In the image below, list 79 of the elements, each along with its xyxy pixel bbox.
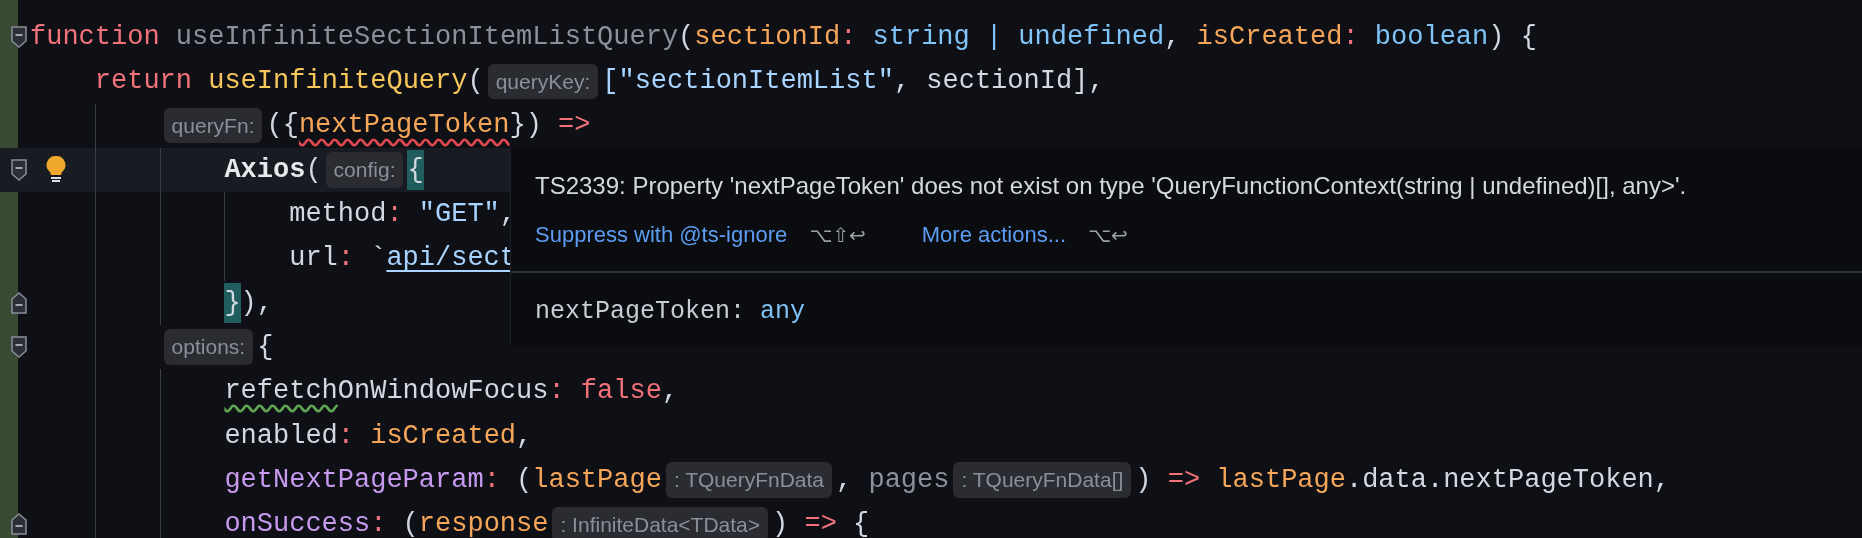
code-token: ) (1135, 463, 1152, 497)
fold-icon[interactable] (10, 157, 28, 182)
parameter-name: sectionId (694, 20, 841, 54)
keyword: return (94, 65, 192, 99)
property-name: getNextPageParam (224, 463, 484, 497)
operator: : (386, 198, 403, 232)
code-token: pages (868, 463, 950, 497)
parameter-name: lastPage (1215, 463, 1346, 497)
keyword: function (30, 20, 160, 54)
code-token: } (224, 282, 241, 324)
code-token: ( (678, 20, 695, 54)
action-link[interactable]: More actions... (921, 218, 1067, 251)
string-literal: "GET" (417, 198, 500, 232)
code-token: }) (509, 109, 542, 143)
function-call: Axios (224, 153, 306, 187)
parameter-name: response (418, 508, 549, 538)
shortcut-hint: ⌥⇧↩ (809, 221, 866, 249)
code-token: , sectionId], (893, 65, 1105, 99)
code-token: ), (240, 286, 273, 320)
operator: : (337, 242, 354, 276)
operator: => (557, 109, 591, 143)
string-literal: ["sectionItemList" (602, 65, 894, 99)
code-token: ( (467, 65, 484, 99)
code-token: method (289, 198, 387, 232)
inlay-hint: : InfiniteData<TData> (552, 506, 769, 538)
parameter-name: lastPage (532, 463, 662, 497)
inlay-hint: config: (325, 152, 404, 188)
unfold-icon[interactable] (10, 290, 28, 315)
parameter-name: isCreated (369, 419, 517, 453)
inlay-hint: : TQueryFnData[] (953, 462, 1132, 498)
function-name: useInfiniteQuery (207, 65, 468, 99)
operator: : (370, 508, 387, 538)
operator: => (1166, 463, 1201, 497)
type-name: string | undefined (871, 20, 1165, 54)
code-token: ) (772, 508, 789, 538)
operator: : (840, 20, 857, 54)
code-token: url (289, 242, 338, 276)
type-name: any (759, 296, 806, 328)
code-token: ( (305, 153, 322, 187)
code-token: , (661, 375, 679, 409)
inlay-hint: options: (163, 329, 254, 365)
code-token: , (516, 419, 533, 453)
unfold-icon[interactable] (10, 512, 28, 537)
code-token: enabled (224, 419, 338, 453)
code-token: { (257, 330, 274, 364)
property-name: onSuccess (224, 508, 371, 538)
parameter-name: nextPageToken (298, 109, 510, 143)
code-token: , (499, 198, 517, 232)
operator: : (548, 375, 565, 409)
keyword: false (579, 375, 662, 409)
inlay-hint: queryKey: (487, 63, 599, 100)
code-token: ) { (1488, 20, 1537, 54)
code-token: ` (369, 242, 387, 276)
code-token: useInfiniteSectionItemListQuery (174, 20, 679, 54)
code-token: .data.nextPageToken, (1345, 463, 1670, 497)
code-token: ({ (266, 109, 299, 143)
operator: => (803, 508, 837, 538)
action-link[interactable]: Suppress with @ts-ignore (535, 218, 788, 251)
operator: : (1342, 20, 1359, 54)
code-token: refetch (224, 375, 338, 409)
type-name: boolean (1373, 20, 1489, 54)
code-token: { (407, 149, 424, 191)
operator: : (483, 463, 500, 497)
shortcut-hint: ⌥↩ (1088, 221, 1128, 249)
code-token: OnWindowFocus (337, 375, 549, 409)
operator: : (337, 419, 354, 453)
code-token: { (852, 508, 870, 538)
fold-icon[interactable] (10, 335, 28, 360)
inlay-hint: queryFn: (163, 108, 263, 144)
lightbulb-icon[interactable] (45, 154, 67, 183)
fold-icon[interactable] (10, 25, 28, 49)
inlay-hint: : TQueryFnData (665, 462, 833, 498)
code-token: nextPageToken: (535, 296, 746, 328)
code-token: , (836, 463, 854, 497)
parameter-name: isCreated (1196, 20, 1343, 54)
code-token: ( (515, 463, 533, 497)
error-message: TS2339: Property 'nextPageToken' does not exist on type 'QueryFunctionContext(string | undefined)[], any>'. (535, 172, 1687, 199)
code-token: ( (401, 508, 419, 538)
code-token: , (1164, 20, 1182, 54)
